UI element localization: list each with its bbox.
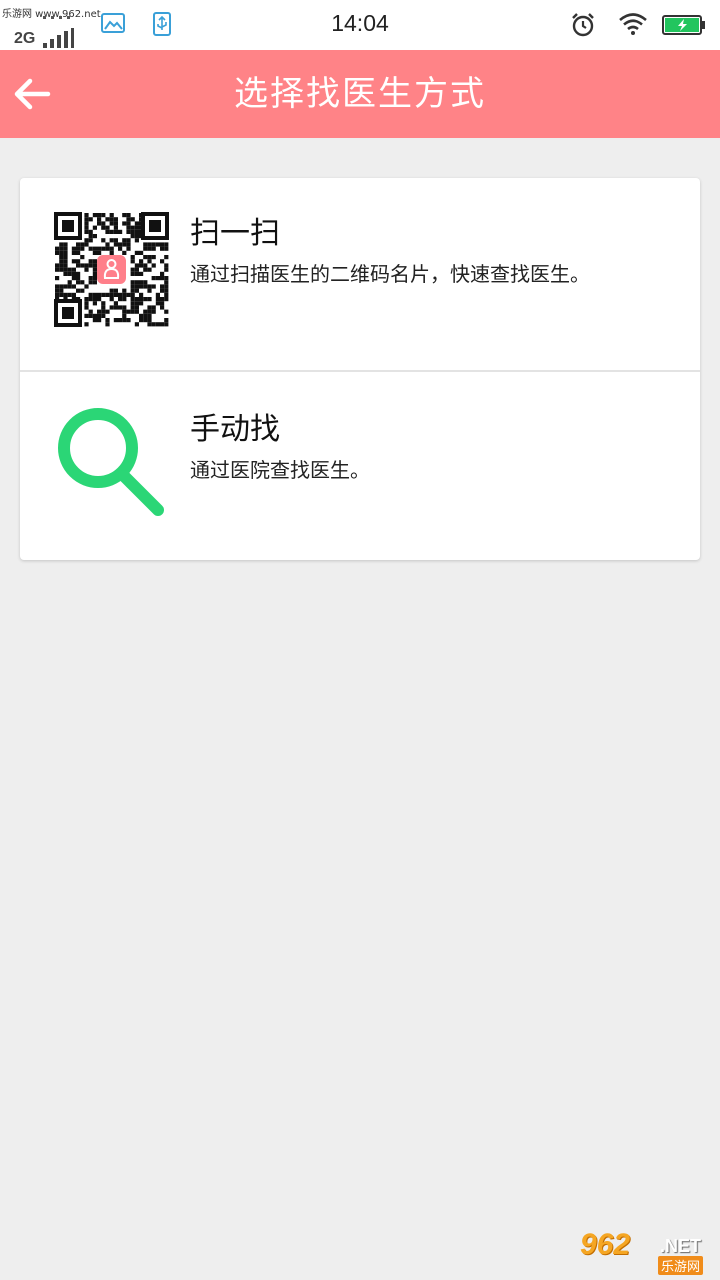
battery-charging-icon [662, 15, 705, 35]
scan-option[interactable]: 扫一扫 通过扫描医生的二维码名片，快速查找医生。 [20, 178, 700, 372]
manual-option-title: 手动找 [190, 412, 280, 447]
alarm-icon [572, 13, 594, 37]
watermark-logo: 962 [580, 1228, 631, 1261]
manual-option-description: 通过医院查找医生。 [190, 458, 370, 482]
scan-option-title: 扫一扫 [190, 216, 280, 251]
site-watermark: 962 .NET 乐游网 [580, 1228, 716, 1276]
scan-option-description: 通过扫描医生的二维码名片，快速查找医生。 [190, 262, 590, 286]
clock-time: 14:04 [331, 10, 389, 36]
manual-search-option[interactable]: 手动找 通过医院查找医生。 [20, 374, 700, 560]
options-card: 扫一扫 通过扫描医生的二维码名片，快速查找医生。 手动找 通过医院查找医生。 [20, 178, 700, 560]
watermark-name: 乐游网 [658, 1256, 704, 1275]
search-icon [58, 408, 164, 516]
app-bar: 选择找医生方式 [0, 50, 720, 138]
wifi-icon [619, 13, 647, 35]
page-title: 选择找医生方式 [234, 74, 486, 114]
watermark-suffix: .NET [660, 1236, 702, 1256]
status-bar: 乐游网 www.962.net 2G 14:04 [0, 0, 720, 50]
qr-code-icon [54, 212, 169, 327]
arrow-left-icon[interactable] [8, 70, 56, 118]
